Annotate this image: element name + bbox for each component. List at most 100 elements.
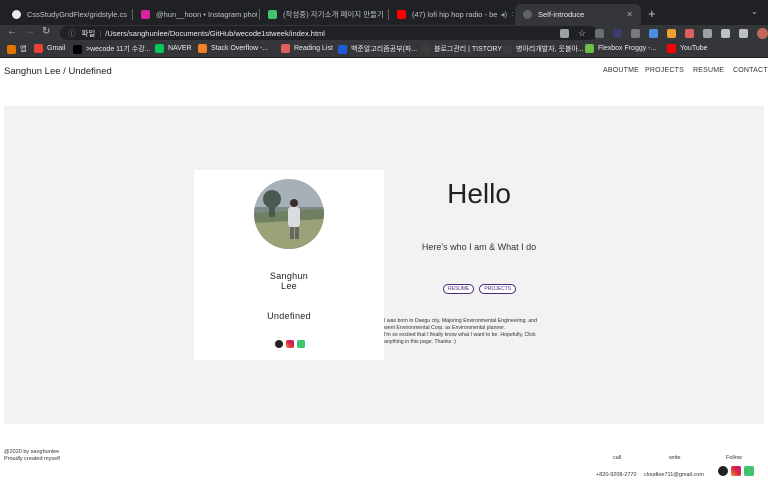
gmail-icon: [34, 44, 43, 53]
tistory-icon: [503, 44, 512, 54]
intro-tagline: Here's who I am & What I do: [421, 242, 537, 252]
instagram-icon[interactable]: [731, 466, 741, 476]
tab-title: Self-introduce: [538, 10, 585, 19]
profile-first-name: Sanghun: [269, 271, 309, 281]
tab-title: (47) lofi hip hop radio - be: [412, 10, 498, 19]
github-icon: [12, 10, 21, 19]
projects-button[interactable]: PROJECTS: [479, 284, 517, 294]
translate-icon[interactable]: [560, 29, 569, 38]
browser-tab-bar: CssStudyGridFlex/gridstyle.cs ✕ @hun__ho…: [0, 0, 768, 25]
bookmark-label: 블로그관리 | TISTORY: [434, 46, 502, 53]
extension-icon[interactable]: [631, 29, 641, 38]
speaker-icon[interactable]: ◂): [497, 10, 507, 19]
close-tab-icon[interactable]: ✕: [127, 10, 130, 19]
youtube-icon: [667, 44, 676, 53]
bookmark-baekjoon[interactable]: 백준알고리즘공부(파...: [338, 44, 417, 54]
address-bar[interactable]: ⓘ 파일 | /Users/sanghunlee/Documents/GitHu…: [60, 26, 598, 40]
bookmark-label: 병아리개발자, 웃볼아...: [516, 46, 584, 53]
tab-instagram[interactable]: @hun__hoon • Instagram photo ✕: [133, 4, 257, 25]
extensions-area: ☆ ⋮: [560, 28, 768, 39]
bookmark-youtube[interactable]: YouTube: [667, 44, 708, 53]
bookmark-wecode[interactable]: >wecode 11기 수강...: [73, 44, 151, 54]
bookmark-star-icon[interactable]: ☆: [578, 28, 586, 39]
velog-icon[interactable]: [297, 340, 305, 348]
profile-card: Sanghun Lee Undefined: [194, 170, 384, 360]
reload-icon[interactable]: ↻: [42, 26, 50, 37]
bookmark-label: 앱: [20, 46, 27, 53]
bookmark-label: >wecode 11기 수강...: [86, 46, 151, 53]
profile-avatar[interactable]: [757, 28, 768, 39]
nav-projects[interactable]: PROJECTS: [645, 67, 684, 74]
tab-gridstyle[interactable]: CssStudyGridFlex/gridstyle.cs ✕: [4, 4, 130, 25]
back-icon[interactable]: ←: [7, 26, 17, 37]
bookmark-apps[interactable]: 앱: [7, 44, 26, 54]
puzzle-icon[interactable]: [721, 29, 731, 38]
profile-nickname: Undefined: [267, 311, 311, 321]
bookmark-stackoverflow[interactable]: Stack Overflow -...: [198, 44, 268, 53]
resume-button[interactable]: RESUME: [443, 284, 475, 294]
extension-icon[interactable]: [667, 29, 677, 38]
velog-icon[interactable]: [744, 466, 754, 476]
profile-name: Sanghun Lee: [194, 271, 384, 291]
site-title[interactable]: Sanghun Lee / Undefined: [4, 66, 112, 77]
tab-lofi[interactable]: (47) lofi hip hop radio - be ◂) ✕: [389, 4, 513, 25]
address-url: /Users/sanghunlee/Documents/GitHub/wecod…: [105, 28, 325, 38]
tab-writing[interactable]: (작성중) 자기소개 페이지 만들기 St ✕: [260, 4, 386, 25]
footer-follow-label: Follow: [726, 455, 742, 461]
close-tab-icon[interactable]: ✕: [507, 10, 513, 19]
github-icon[interactable]: [718, 466, 728, 476]
extension-icon[interactable]: [685, 29, 695, 38]
extension-icon[interactable]: [703, 29, 713, 38]
bookmark-label: NAVER: [168, 45, 192, 52]
baekjoon-icon: [338, 44, 347, 54]
extension-icon[interactable]: [613, 29, 623, 38]
page-content: Sanghun Lee / Undefined ABOUTME PROJECTS…: [0, 58, 768, 480]
apps-icon: [7, 44, 16, 54]
tab-title: CssStudyGridFlex/gridstyle.cs: [27, 10, 128, 19]
reading-list-icon: [281, 44, 290, 53]
bookmark-gmail[interactable]: Gmail: [34, 44, 65, 53]
new-tab-icon[interactable]: +: [648, 6, 656, 21]
profile-last-name: Lee: [281, 281, 297, 291]
bookmark-flexbox-froggy[interactable]: Flexbox Froggy -...: [585, 44, 656, 53]
close-tab-icon[interactable]: ✕: [620, 10, 633, 19]
footer-created: Proudly created myself: [4, 456, 60, 462]
naver-icon: [155, 44, 164, 53]
bookmark-blog[interactable]: 병아리개발자, 웃볼아...: [503, 44, 584, 54]
nav-resume[interactable]: RESUME: [693, 67, 724, 74]
stackoverflow-icon: [198, 44, 207, 53]
youtube-icon: [397, 10, 406, 19]
bookmark-naver[interactable]: NAVER: [155, 44, 192, 53]
nav-contact[interactable]: CONTACT: [733, 67, 768, 74]
intro-buttons: RESUME PROJECTS: [443, 284, 517, 294]
page-icon: [523, 10, 532, 19]
footer-write-label: write: [669, 455, 681, 461]
bookmark-reading-list[interactable]: Reading List: [281, 44, 333, 53]
media-icon[interactable]: [739, 29, 749, 38]
profile-photo: [254, 179, 324, 249]
tab-title: @hun__hoon • Instagram photo: [156, 10, 257, 19]
tab-self-introduce[interactable]: Self-introduce ✕: [515, 4, 641, 25]
tab-title: (작성중) 자기소개 페이지 만들기 St: [283, 10, 386, 19]
bookmark-label: YouTube: [680, 45, 708, 52]
nav-aboutme[interactable]: ABOUTME: [603, 67, 639, 74]
instagram-icon[interactable]: [286, 340, 294, 348]
tistory-icon: [421, 44, 430, 54]
forward-icon[interactable]: →: [25, 26, 35, 37]
bookmark-tistory[interactable]: 블로그관리 | TISTORY: [421, 44, 502, 54]
footer-email[interactable]: cloudlee711@gmail.com: [644, 472, 704, 478]
bio-line: went Environmental Corp. as Environmenta…: [384, 325, 506, 331]
intro-card: Hello Here's who I am & What I do RESUME…: [384, 170, 574, 360]
bio-line: anything in this page. Thanks :): [384, 339, 456, 345]
extension-icon[interactable]: [595, 29, 605, 38]
bookmark-label: Flexbox Froggy -...: [598, 45, 657, 52]
profile-social-links: [275, 340, 305, 348]
footer-social-links: [718, 466, 754, 476]
bookmark-label: Stack Overflow -...: [211, 45, 269, 52]
wecode-icon: [73, 44, 82, 54]
github-icon[interactable]: [275, 340, 283, 348]
extension-icon[interactable]: [649, 29, 659, 38]
footer-phone[interactable]: +820-9208-2770: [596, 472, 637, 478]
footer-credits: @2020 by sanghunlee Proudly created myse…: [4, 449, 60, 463]
tab-search-icon[interactable]: ⌄: [751, 7, 758, 16]
